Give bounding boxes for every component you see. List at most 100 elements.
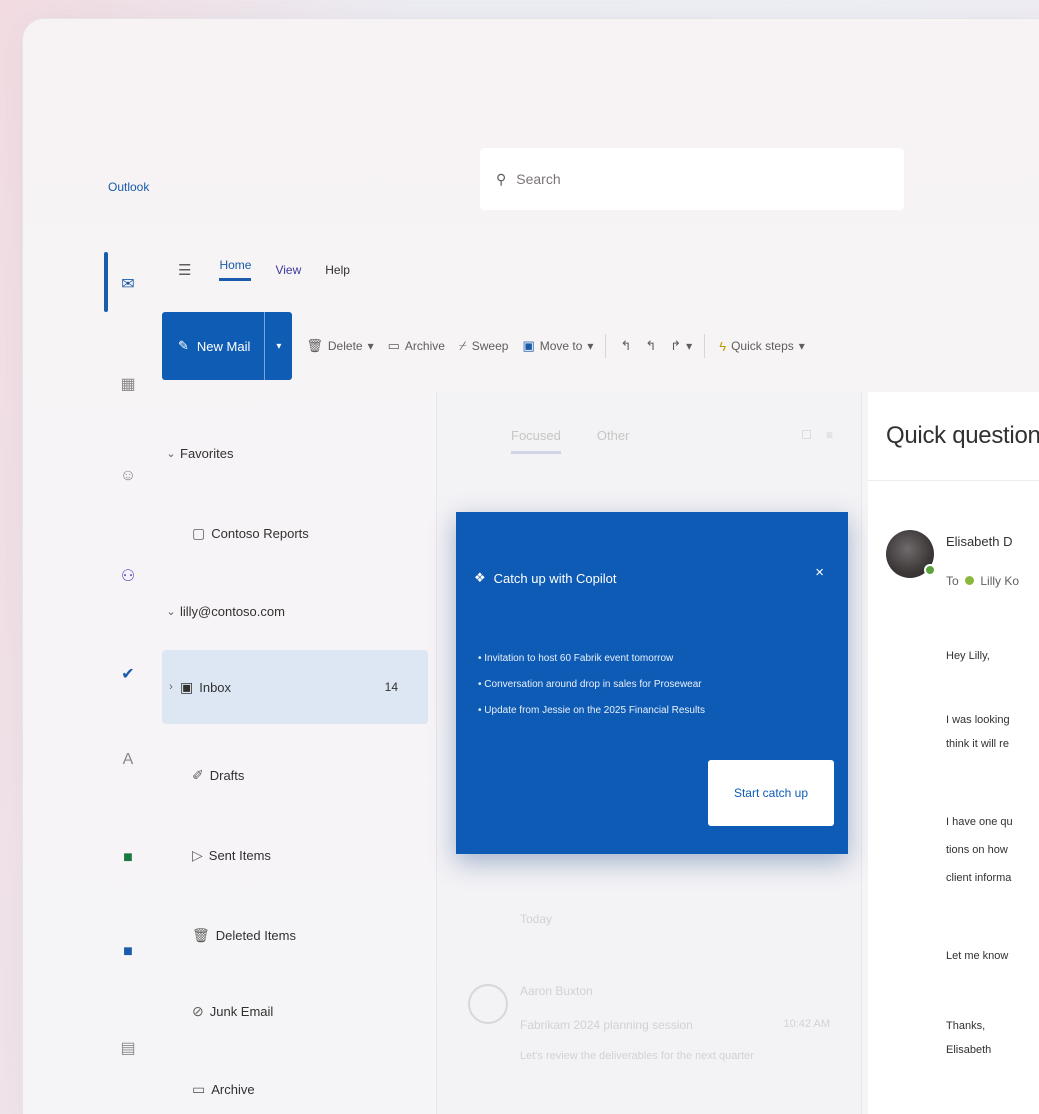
folder-pane: ⌄ Favorites ▢ Contoso Reports ⌄ lilly@co… <box>162 420 432 1114</box>
email-body-line: Thanks, <box>946 1020 986 1032</box>
quick-steps-button[interactable]: ϟ Quick steps ▾ <box>719 339 805 354</box>
excel-icon[interactable]: ■ <box>114 844 142 872</box>
divider <box>868 480 1039 481</box>
close-icon[interactable]: × <box>815 564 824 581</box>
todo-icon[interactable]: ✔ <box>114 660 142 688</box>
search-placeholder: Search <box>516 171 561 187</box>
folder-archive[interactable]: ▭ Archive <box>162 1064 428 1114</box>
tab-home[interactable]: Home <box>219 258 252 281</box>
delete-icon: 🗑 <box>192 926 210 943</box>
folder-junk-email[interactable]: ⊘ Junk Email <box>162 986 428 1036</box>
word-icon[interactable]: ■ <box>114 938 142 966</box>
folder-inbox[interactable]: › ▣ Inbox 14 <box>162 650 428 724</box>
inbox-icon: ▣ <box>180 678 194 695</box>
chevron-right-icon: › <box>169 681 173 693</box>
message-date: 10:42 AM <box>783 1018 830 1030</box>
tab-view[interactable]: View <box>275 263 301 277</box>
list-item: Update from Jessie on the 2025 Financial… <box>478 698 705 724</box>
list-item[interactable]: Aaron Buxton Fabrikam 2024 planning sess… <box>468 978 844 1088</box>
recipient-presence-icon <box>965 576 975 585</box>
menu-icon[interactable]: ☰ <box>178 261 191 279</box>
new-mail-dropdown[interactable]: ▾ <box>264 312 292 380</box>
folder-contoso-reports[interactable]: ▢ Contoso Reports <box>162 508 428 558</box>
search-icon: ⚲ <box>496 170 507 187</box>
avatar[interactable] <box>886 530 936 578</box>
reply-icon: ↰ <box>620 338 632 353</box>
new-mail-label: New Mail <box>196 338 251 354</box>
sweep-icon: ⌿ <box>458 338 467 353</box>
move-to-label: Move to <box>539 339 583 353</box>
calendar-icon[interactable]: ▦ <box>114 370 142 398</box>
sent-icon: ▷ <box>192 846 203 863</box>
email-recipients: To Lilly Ko <box>946 574 1019 588</box>
chevron-down-icon: ▾ <box>798 339 805 353</box>
folder-sent-items[interactable]: ▷ Sent Items <box>162 830 428 880</box>
apps-icon[interactable]: ▤ <box>114 1034 142 1062</box>
move-to-icon: ▣ <box>522 338 535 353</box>
message-sender: Aaron Buxton <box>520 984 593 998</box>
email-body-line: think it will re <box>946 738 1009 750</box>
chevron-down-icon: ▾ <box>367 339 374 353</box>
folder-label: Drafts <box>209 767 245 783</box>
ribbon-divider <box>704 334 706 358</box>
mail-icon[interactable]: ✉ <box>114 270 142 298</box>
tab-other[interactable]: Other <box>597 428 630 454</box>
folder-drafts[interactable]: ✐ Drafts <box>162 750 428 800</box>
recipient-name[interactable]: Lilly Ko <box>980 574 1019 588</box>
start-catch-up-button[interactable]: Start catch up <box>708 760 834 826</box>
archive-icon: ▭ <box>192 1080 206 1097</box>
favorites-header[interactable]: ⌄ Favorites <box>162 428 428 478</box>
reply-button[interactable]: ↰ <box>620 338 631 354</box>
groups-icon[interactable]: ⚇ <box>114 562 142 590</box>
sweep-label: Sweep <box>471 339 509 353</box>
copilot-icon: ❖ <box>474 570 486 585</box>
account-label: lilly@contoso.com <box>180 603 285 619</box>
new-mail-button[interactable]: ✎ New Mail ▾ <box>162 312 293 380</box>
email-sender[interactable]: Elisabeth D <box>946 534 1012 549</box>
app-title: Outlook <box>108 180 150 194</box>
archive-button[interactable]: ▭ Archive <box>388 338 445 354</box>
tab-focused[interactable]: Focused <box>511 428 561 454</box>
email-body-line: I was looking <box>946 714 1010 726</box>
email-body-line: I have one qu <box>946 816 1013 828</box>
archive-label: Archive <box>404 339 445 353</box>
email-body-line: Hey Lilly, <box>946 650 990 662</box>
tab-help[interactable]: Help <box>325 263 350 277</box>
chevron-down-icon: ⌄ <box>166 605 176 618</box>
delete-label: Delete <box>327 339 363 353</box>
sweep-button[interactable]: ⌿ Sweep <box>459 338 509 354</box>
people-icon[interactable]: ☺ <box>114 462 142 490</box>
folder-deleted-items[interactable]: 🗑 Deleted Items <box>162 910 428 960</box>
new-mail-main[interactable]: ✎ New Mail <box>162 312 264 380</box>
files-icon[interactable]: A <box>114 746 142 774</box>
reply-all-icon: ↰ <box>645 338 657 353</box>
delete-button[interactable]: 🗑 Delete ▾ <box>306 338 373 354</box>
email-body-line: Elisabeth <box>946 1044 992 1056</box>
ribbon-tabs: ☰ Home View Help <box>178 258 350 281</box>
list-item: Conversation around drop in sales for Pr… <box>478 672 705 698</box>
account-header[interactable]: ⌄ lilly@contoso.com <box>162 586 428 636</box>
reply-all-button[interactable]: ↰ <box>645 338 656 354</box>
forward-button[interactable]: ↱ ▾ <box>670 338 692 354</box>
to-label: To <box>946 574 959 588</box>
email-body-line: client informa <box>946 872 1012 884</box>
email-subject: Quick question <box>886 422 1039 449</box>
select-icon[interactable]: ☐ <box>801 428 812 442</box>
forward-icon: ↱ <box>670 338 682 353</box>
reading-pane: Quick question Elisabeth D To Lilly Ko H… <box>868 392 1039 1114</box>
folder-label: Archive <box>211 1081 255 1097</box>
list-tools: ☐ ≡ <box>801 428 833 442</box>
message-subject: Fabrikam 2024 planning session <box>520 1018 693 1032</box>
ribbon-toolbar: ✎ New Mail ▾ 🗑 Delete ▾ ▭ Archive ⌿ Swee… <box>162 312 1039 380</box>
move-to-button[interactable]: ▣ Move to ▾ <box>522 338 593 354</box>
lightning-icon: ϟ <box>719 338 727 354</box>
folder-label: Sent Items <box>208 847 271 863</box>
chevron-down-icon: ⌄ <box>166 447 176 460</box>
ribbon-divider <box>605 334 607 358</box>
favorites-label: Favorites <box>180 445 234 461</box>
filter-icon[interactable]: ≡ <box>826 428 833 442</box>
search-input[interactable]: ⚲ Search <box>480 148 904 210</box>
junk-icon: ⊘ <box>192 1002 204 1019</box>
delete-icon: 🗑 <box>306 338 323 353</box>
chevron-down-icon: ▾ <box>686 339 693 353</box>
